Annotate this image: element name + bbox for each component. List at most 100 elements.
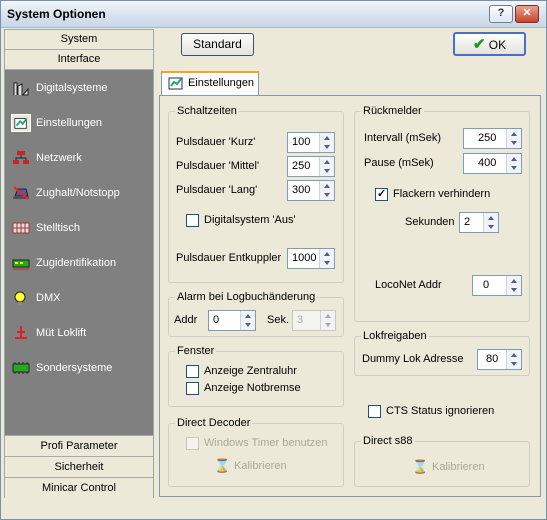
rueckmelder-group: Rückmelder Intervall (mSek) 250 Pause (m…: [354, 105, 530, 322]
intervall-label: Intervall (mSek): [364, 132, 442, 144]
standard-button[interactable]: Standard: [181, 33, 254, 56]
hourglass-icon: ⌛: [412, 459, 429, 474]
value: 400: [478, 157, 497, 169]
spin-arrows[interactable]: [506, 276, 521, 295]
digitalsystem-aus-label: Digitalsystem 'Aus': [204, 214, 296, 226]
train-id-icon: [12, 259, 30, 270]
nav-item-netzwerk[interactable]: Netzwerk: [5, 143, 153, 175]
nav-item-label: Zugidentifikation: [36, 257, 117, 269]
addr-label: Addr: [174, 314, 198, 326]
pulsdauer-kurz-label: Pulsdauer 'Kurz': [176, 136, 256, 148]
dummy-lok-label: Dummy Lok Adresse: [362, 353, 464, 365]
spin-arrows[interactable]: [319, 249, 334, 268]
value: 0: [483, 279, 490, 291]
stop-icon: [13, 186, 29, 200]
group-title: Direct Decoder: [175, 417, 253, 429]
alarm-group: Alarm bei Logbuchänderung Addr 0 Sek. 3: [168, 291, 344, 337]
interface-item-list: Digitalsysteme Einstellungen Netzwerk Zu…: [5, 70, 153, 438]
nav-item-stelltisch[interactable]: Stelltisch: [5, 213, 153, 245]
group-title: Rückmelder: [361, 105, 424, 117]
spin-arrows[interactable]: [319, 157, 334, 176]
sekunden-label: Sekunden: [405, 216, 455, 228]
cts-status-checkbox[interactable]: [368, 405, 381, 418]
pause-label: Pause (mSek): [364, 157, 434, 169]
nav-item-digitalsysteme[interactable]: Digitalsysteme: [5, 73, 153, 105]
loconet-addr-stepper[interactable]: 0: [472, 275, 522, 296]
kalibrieren-label: Kalibrieren: [432, 461, 485, 473]
decoder-kalibrieren-button[interactable]: ⌛ Kalibrieren: [214, 456, 304, 478]
nav-system[interactable]: System: [5, 30, 153, 50]
nav-item-label: Einstellungen: [36, 117, 103, 129]
ok-button[interactable]: ✔ OK: [453, 32, 526, 56]
value: 100: [292, 136, 311, 148]
spin-arrows[interactable]: [483, 213, 498, 232]
sekunden-stepper[interactable]: 2: [459, 212, 499, 233]
value: 250: [478, 132, 497, 144]
nav-item-label: Müt Loklift: [36, 327, 87, 339]
category-nav: System Interface Digitalsysteme Einstell…: [4, 29, 154, 498]
pulsdauer-lang-stepper[interactable]: 300: [287, 180, 335, 201]
alarm-addr-stepper[interactable]: 0: [208, 310, 256, 331]
nav-item-sondersysteme[interactable]: Sondersysteme: [5, 353, 153, 385]
title-bar[interactable]: System Optionen ? ✕: [1, 1, 546, 28]
nav-item-dmx[interactable]: DMX: [5, 283, 153, 315]
settings-icon: [11, 114, 31, 132]
nav-item-zugidentifikation[interactable]: Zugidentifikation: [5, 248, 153, 280]
value: 300: [292, 184, 311, 196]
ok-label: OK: [488, 38, 507, 52]
system-options-window: System Optionen ? ✕ System Interface Dig…: [0, 0, 547, 520]
spin-arrows[interactable]: [320, 311, 335, 330]
spin-arrows[interactable]: [506, 350, 521, 369]
nav-minicar-control[interactable]: Minicar Control: [5, 477, 153, 498]
group-title: Fenster: [175, 345, 217, 357]
intervall-stepper[interactable]: 250: [463, 128, 522, 149]
help-button[interactable]: ?: [489, 5, 513, 23]
sek-label: Sek.: [267, 314, 290, 326]
group-title: Alarm bei Logbuchänderung: [175, 291, 318, 303]
nav-item-label: Zughalt/Notstopp: [36, 187, 120, 199]
nav-interface[interactable]: Interface: [5, 50, 153, 70]
spin-arrows[interactable]: [319, 181, 334, 200]
tab-einstellungen[interactable]: Einstellungen: [161, 71, 259, 96]
digitalsystem-icon: [13, 82, 29, 96]
settings-panel: Schaltzeiten Pulsdauer 'Kurz' 100 Pulsda…: [159, 95, 541, 497]
pulsdauer-kurz-stepper[interactable]: 100: [287, 132, 335, 153]
nav-profi-parameter[interactable]: Profi Parameter: [5, 435, 153, 456]
nav-sicherheit[interactable]: Sicherheit: [5, 456, 153, 477]
pulsdauer-entkuppler-stepper[interactable]: 1000: [287, 248, 335, 269]
lokfreigaben-group: Lokfreigaben Dummy Lok Adresse 80: [354, 330, 530, 376]
spin-arrows[interactable]: [506, 154, 521, 173]
s88-kalibrieren-button[interactable]: ⌛ Kalibrieren: [412, 457, 502, 479]
close-button[interactable]: ✕: [515, 5, 539, 23]
value: 80: [486, 353, 499, 365]
nav-item-loklift[interactable]: Müt Loklift: [5, 318, 153, 350]
anzeige-zentraluhr-checkbox[interactable]: [186, 365, 199, 378]
direct-decoder-group: Direct Decoder Windows Timer benutzen ⌛ …: [168, 417, 344, 487]
pause-stepper[interactable]: 400: [463, 153, 522, 174]
hourglass-icon: ⌛: [214, 458, 231, 473]
nav-item-einstellungen[interactable]: Einstellungen: [5, 108, 153, 140]
flackern-checkbox[interactable]: ✓: [375, 188, 388, 201]
spin-arrows[interactable]: [319, 133, 334, 152]
windows-timer-label: Windows Timer benutzen: [204, 437, 328, 449]
windows-timer-checkbox[interactable]: [186, 437, 199, 450]
tab-label: Einstellungen: [188, 77, 255, 89]
anzeige-notbremse-checkbox[interactable]: [186, 382, 199, 395]
anzeige-zentraluhr-label: Anzeige Zentraluhr: [204, 365, 297, 377]
network-icon: [13, 151, 29, 164]
value: 1000: [292, 252, 317, 264]
spin-arrows[interactable]: [240, 311, 255, 330]
direct-s88-group: Direct s88 ⌛ Kalibrieren: [354, 435, 530, 487]
nav-item-zughalt[interactable]: Zughalt/Notstopp: [5, 178, 153, 210]
alarm-sek-stepper[interactable]: 3: [292, 310, 336, 331]
grid-icon: [12, 222, 30, 234]
spin-arrows[interactable]: [506, 129, 521, 148]
kalibrieren-label: Kalibrieren: [234, 460, 287, 472]
dummy-lok-stepper[interactable]: 80: [477, 349, 522, 370]
value: 0: [213, 314, 220, 326]
loconet-addr-label: LocoNet Addr: [375, 279, 442, 291]
fenster-group: Fenster Anzeige Zentraluhr Anzeige Notbr…: [168, 345, 344, 407]
pulsdauer-mittel-stepper[interactable]: 250: [287, 156, 335, 177]
digitalsystem-aus-checkbox[interactable]: [186, 214, 199, 227]
value: 2: [464, 216, 471, 228]
